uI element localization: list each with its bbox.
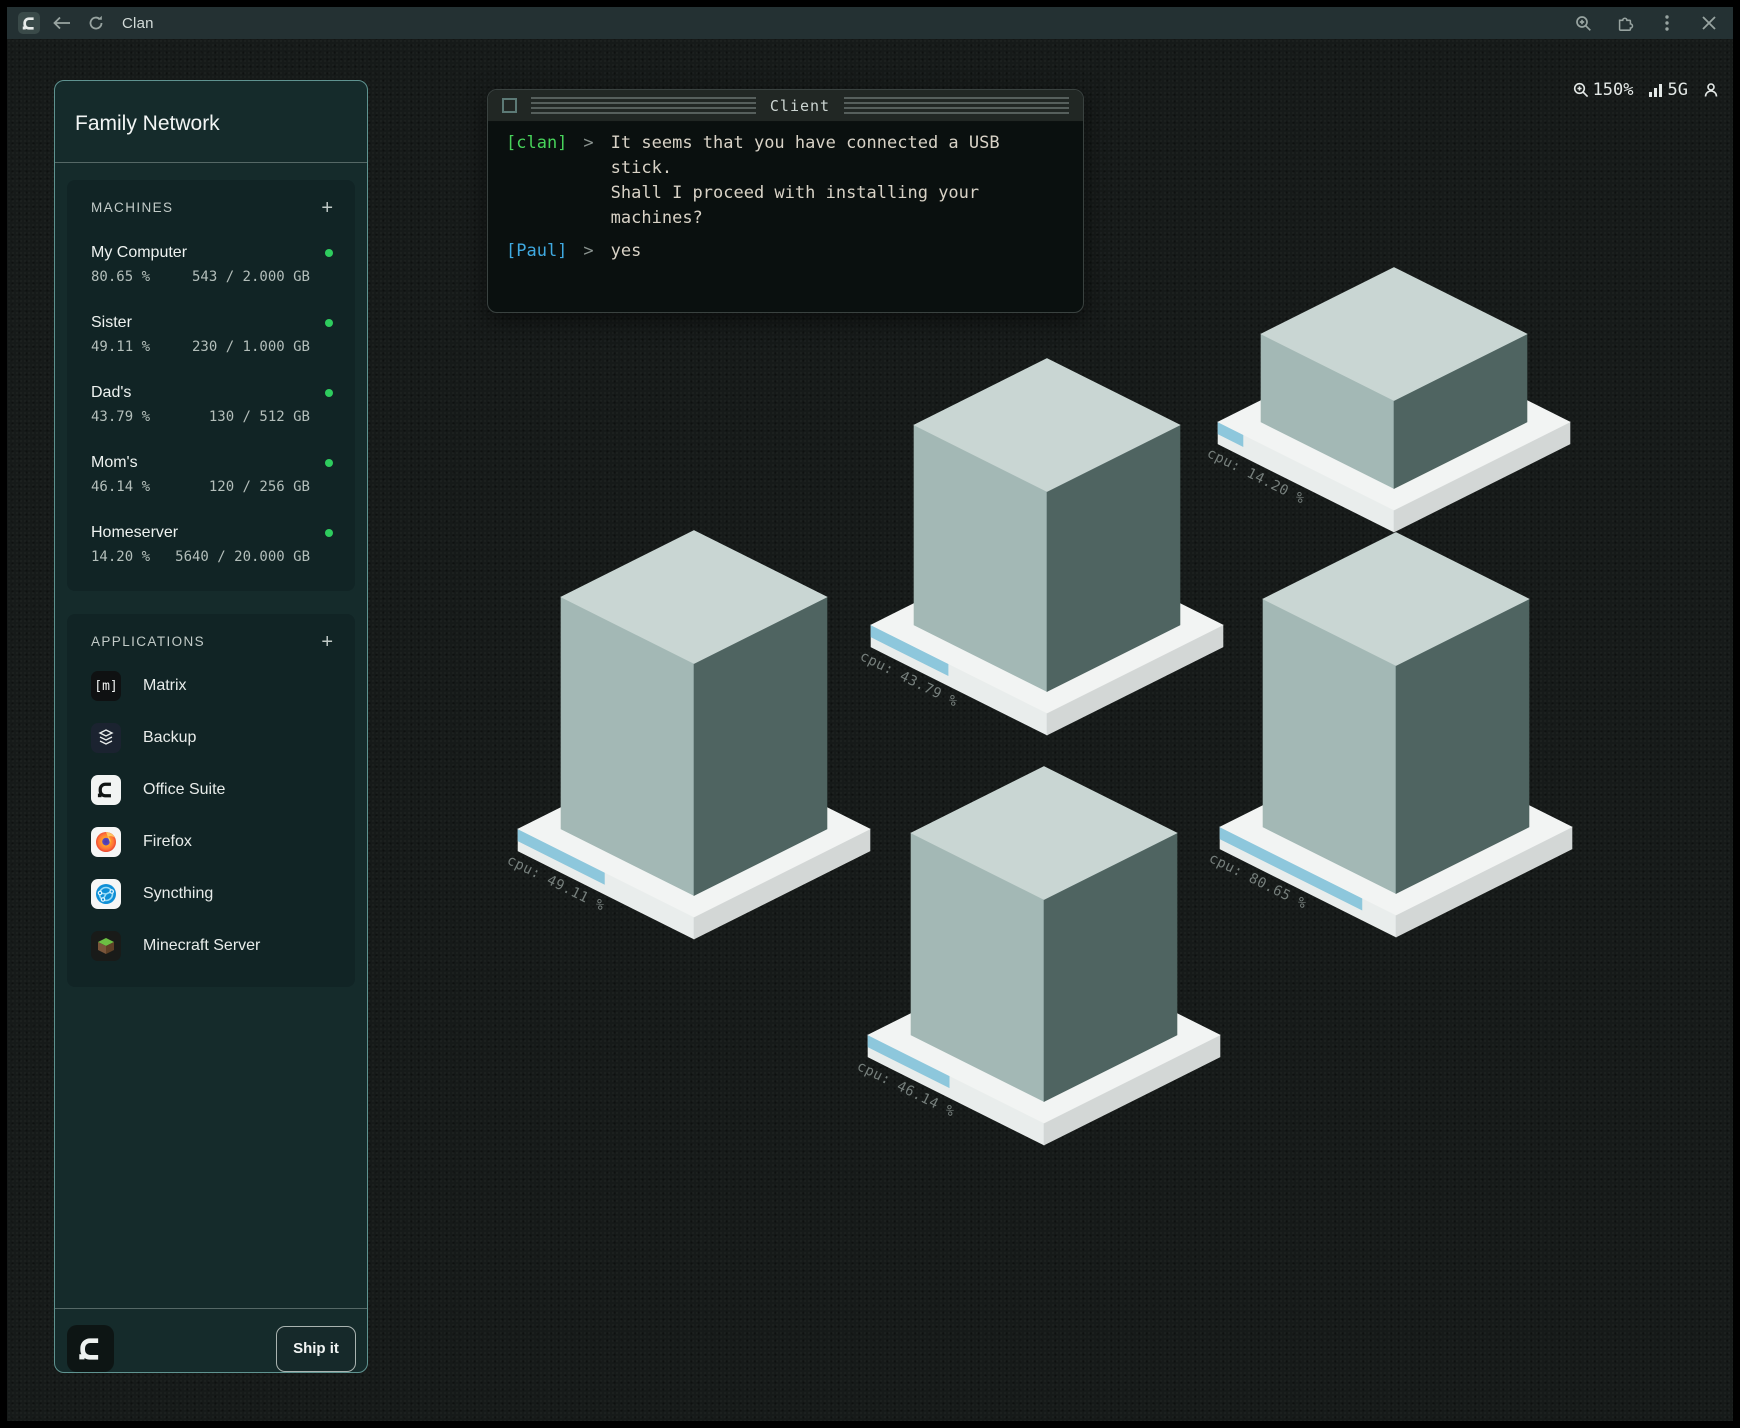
machines-panel: MACHINES + My Computer 80.65 % 543 / 2.0… (67, 180, 355, 591)
network-value: 5G (1668, 80, 1688, 100)
online-status-dot (325, 249, 333, 257)
sidebar-footer: Ship it (55, 1309, 367, 1372)
machine-cpu: 80.65 % (91, 269, 150, 285)
sidebar-family-network: Family Network MACHINES + My Computer 80… (54, 80, 368, 1373)
machine-cpu: 14.20 % (91, 549, 150, 565)
magnifier-icon (1573, 82, 1589, 98)
add-application-button[interactable]: + (321, 635, 333, 649)
zoom-in-icon[interactable] (1571, 11, 1595, 35)
machine-row-dads[interactable]: Dad's 43.79 % 130 / 512 GB (91, 384, 333, 425)
machines-header: MACHINES (91, 200, 173, 215)
machine-node[interactable]: cpu: 14.20 % (1204, 268, 1570, 533)
divider (55, 162, 367, 163)
firefox-icon (91, 827, 121, 857)
titlebar-lines-right (844, 97, 1069, 114)
status-indicators: 150% 5G (1573, 80, 1719, 100)
app-row-minecraft-server[interactable]: Minecraft Server (91, 931, 333, 961)
machine-cpu: 49.11 % (91, 339, 150, 355)
machine-memory: 543 / 2.000 GB (192, 269, 310, 285)
online-status-dot (325, 319, 333, 327)
titlebar-lines-left (531, 97, 756, 114)
minecraft-icon (91, 931, 121, 961)
terminal-message: It seems that you have connected a USB s… (611, 131, 1000, 231)
prompt-arrow: > (583, 239, 593, 264)
signal-bars-icon (1649, 83, 1664, 97)
office-suite-icon (91, 775, 121, 805)
backup-icon (91, 723, 121, 753)
clan-logo-icon (18, 12, 40, 34)
kebab-menu-icon[interactable] (1655, 11, 1679, 35)
zoom-level-value: 150% (1593, 80, 1634, 100)
machine-row-my-computer[interactable]: My Computer 80.65 % 543 / 2.000 GB (91, 244, 333, 285)
terminal-entry-clan: [clan] > It seems that you have connecte… (506, 131, 1067, 231)
machine-row-moms[interactable]: Mom's 46.14 % 120 / 256 GB (91, 454, 333, 495)
clan-logo-icon (67, 1325, 114, 1372)
machine-memory: 230 / 1.000 GB (192, 339, 310, 355)
app-row-office-suite[interactable]: Office Suite (91, 775, 333, 805)
machine-node[interactable]: cpu: 49.11 % (504, 531, 870, 940)
sidebar-title: Family Network (55, 81, 367, 136)
page-title: Clan (122, 15, 154, 32)
app-row-matrix[interactable]: [m] Matrix (91, 671, 333, 701)
machine-name: Dad's (91, 384, 131, 402)
app-row-syncthing[interactable]: Syncthing (91, 879, 333, 909)
ship-it-button[interactable]: Ship it (276, 1326, 356, 1372)
machine-name: Homeserver (91, 524, 178, 542)
online-status-dot (325, 459, 333, 467)
machine-name: Mom's (91, 454, 138, 472)
speaker-clan: [clan] (506, 131, 567, 156)
desktop-background: cpu: 14.20 %cpu: 43.79 %cpu: 80.65 %cpu:… (7, 39, 1733, 1421)
app-row-backup[interactable]: Backup (91, 723, 333, 753)
terminal-message: yes (611, 239, 642, 264)
machine-memory: 120 / 256 GB (209, 479, 310, 495)
applications-panel: APPLICATIONS + [m] Matrix Backup (67, 614, 355, 987)
terminal-body: [clan] > It seems that you have connecte… (488, 122, 1083, 264)
terminal-entry-paul: [Paul] > yes (506, 239, 1067, 264)
network-status: 5G (1649, 80, 1688, 100)
speaker-paul: [Paul] (506, 239, 567, 264)
machine-memory: 5640 / 20.000 GB (175, 549, 310, 565)
extensions-icon[interactable] (1613, 11, 1637, 35)
client-terminal-window[interactable]: Client [clan] > It seems that you have c… (487, 89, 1084, 313)
reload-icon[interactable] (84, 11, 108, 35)
machine-node[interactable]: cpu: 80.65 % (1206, 533, 1572, 938)
machine-node[interactable]: cpu: 46.14 % (854, 767, 1220, 1146)
window-square-icon[interactable] (502, 98, 517, 113)
back-arrow-icon[interactable] (50, 11, 74, 35)
machine-node[interactable]: cpu: 43.79 % (857, 359, 1223, 736)
zoom-level: 150% (1573, 80, 1634, 100)
client-titlebar[interactable]: Client (488, 90, 1083, 122)
machine-cpu: 43.79 % (91, 409, 150, 425)
app-row-firefox[interactable]: Firefox (91, 827, 333, 857)
applications-header: APPLICATIONS (91, 634, 205, 649)
syncthing-icon (91, 879, 121, 909)
machine-memory: 130 / 512 GB (209, 409, 310, 425)
person-icon[interactable] (1703, 82, 1719, 98)
browser-topbar: Clan (7, 7, 1733, 39)
machine-name: My Computer (91, 244, 187, 262)
online-status-dot (325, 529, 333, 537)
online-status-dot (325, 389, 333, 397)
machine-row-sister[interactable]: Sister 49.11 % 230 / 1.000 GB (91, 314, 333, 355)
matrix-icon: [m] (91, 671, 121, 701)
add-machine-button[interactable]: + (321, 201, 333, 215)
prompt-arrow: > (583, 131, 593, 156)
close-icon[interactable] (1697, 11, 1721, 35)
machine-name: Sister (91, 314, 132, 332)
machine-cpu: 46.14 % (91, 479, 150, 495)
client-window-title: Client (770, 97, 830, 115)
machine-row-homeserver[interactable]: Homeserver 14.20 % 5640 / 20.000 GB (91, 524, 333, 565)
